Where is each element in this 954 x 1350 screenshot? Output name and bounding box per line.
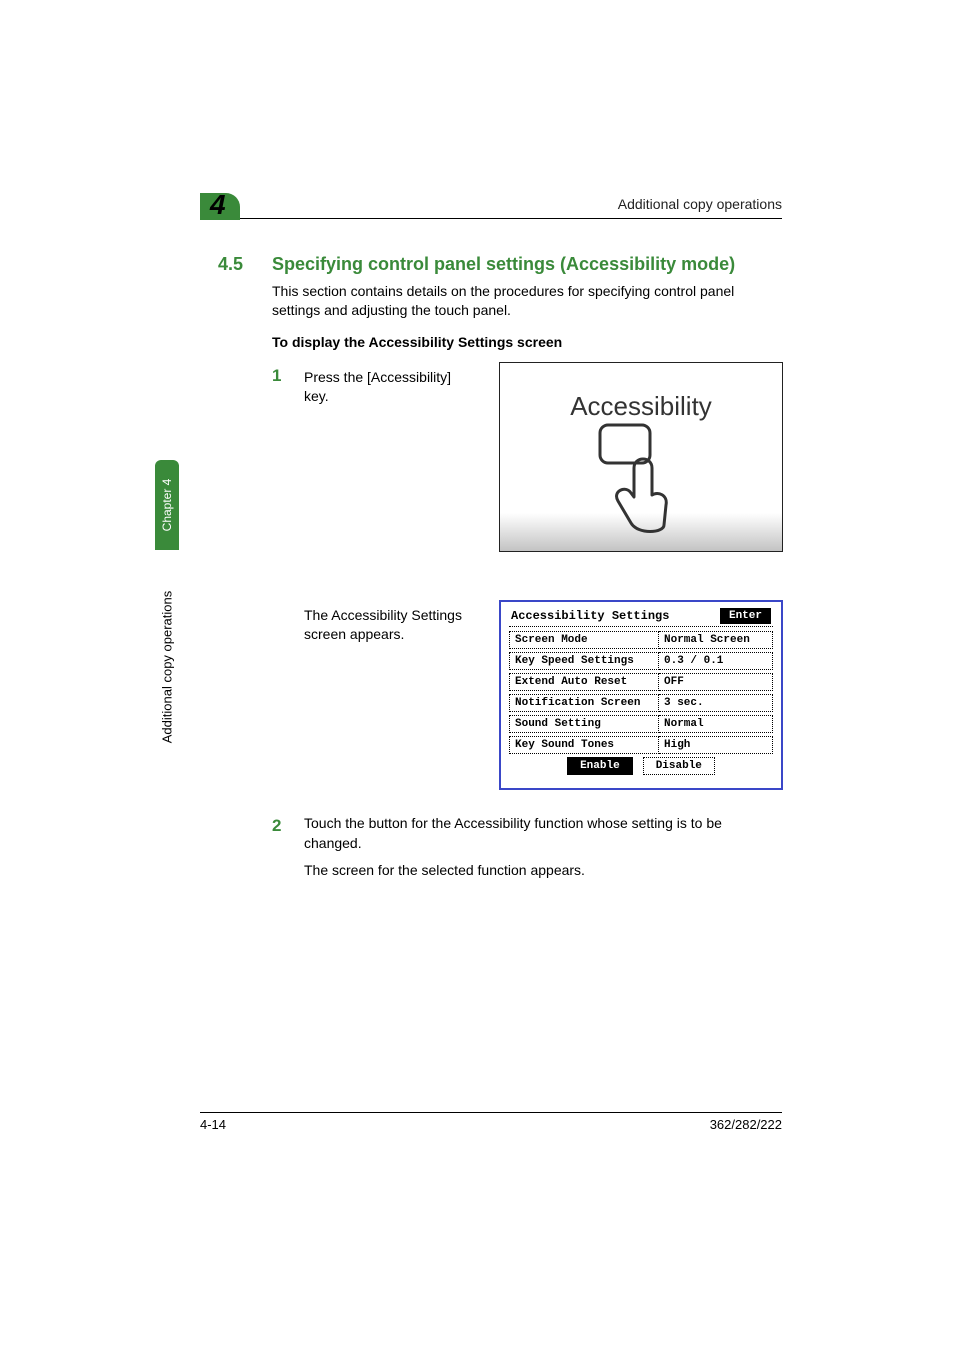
lcd-row-key-speed: Key Speed Settings 0.3 / 0.1 <box>509 652 773 670</box>
subheading: To display the Accessibility Settings sc… <box>272 334 562 350</box>
lcd-row-sound-setting: Sound Setting Normal <box>509 715 773 733</box>
extend-auto-reset-value: OFF <box>659 673 773 691</box>
footer-model-numbers: 362/282/222 <box>710 1117 782 1132</box>
enable-button[interactable]: Enable <box>567 757 633 775</box>
chapter-side-tab: Chapter 4 <box>155 460 179 550</box>
chapter-badge: 4 <box>200 193 240 220</box>
lcd-row-key-sound-tones: Key Sound Tones High <box>509 736 773 754</box>
lcd-row-screen-mode: Screen Mode Normal Screen <box>509 631 773 649</box>
key-sound-tones-value: High <box>659 736 773 754</box>
accessibility-settings-screen: Accessibility Settings Enter Screen Mode… <box>499 600 783 790</box>
screen-mode-value: Normal Screen <box>659 631 773 649</box>
notification-screen-button[interactable]: Notification Screen <box>509 694 659 712</box>
illustration-label: Accessibility <box>500 391 782 422</box>
notification-screen-value: 3 sec. <box>659 694 773 712</box>
disable-button[interactable]: Disable <box>643 757 715 775</box>
footer-rule <box>200 1112 782 1113</box>
side-section-label: Additional copy operations <box>155 552 179 782</box>
lcd-screen-title: Accessibility Settings <box>511 609 669 623</box>
enter-button[interactable]: Enter <box>720 608 771 624</box>
step-1-result: The Accessibility Settings screen appear… <box>304 606 479 644</box>
intro-paragraph: This section contains details on the pro… <box>272 282 782 320</box>
accessibility-key-illustration: Accessibility <box>499 362 783 552</box>
sound-setting-button[interactable]: Sound Setting <box>509 715 659 733</box>
key-speed-settings-value: 0.3 / 0.1 <box>659 652 773 670</box>
header-running-title: Additional copy operations <box>200 196 782 212</box>
key-speed-settings-button[interactable]: Key Speed Settings <box>509 652 659 670</box>
screen-mode-button[interactable]: Screen Mode <box>509 631 659 649</box>
step-2-result: The screen for the selected function app… <box>304 862 585 878</box>
section-title: Specifying control panel settings (Acces… <box>272 254 782 275</box>
step-1-text: Press the [Accessibility] key. <box>304 368 474 406</box>
key-sound-tones-button[interactable]: Key Sound Tones <box>509 736 659 754</box>
section-number: 4.5 <box>218 254 243 275</box>
side-tab-label: Chapter 4 <box>160 479 174 532</box>
lcd-divider <box>509 626 773 627</box>
sound-setting-value: Normal <box>659 715 773 733</box>
header-rule <box>200 218 782 219</box>
lcd-row-extend-auto-reset: Extend Auto Reset OFF <box>509 673 773 691</box>
chapter-number: 4 <box>210 189 226 221</box>
step-2-number: 2 <box>272 816 281 836</box>
press-key-icon <box>598 423 708 533</box>
side-label-text: Additional copy operations <box>160 591 175 744</box>
step-1-number: 1 <box>272 366 281 386</box>
lcd-row-notification-screen: Notification Screen 3 sec. <box>509 694 773 712</box>
extend-auto-reset-button[interactable]: Extend Auto Reset <box>509 673 659 691</box>
footer-page-number: 4-14 <box>200 1117 226 1132</box>
step-2-text: Touch the button for the Accessibility f… <box>304 814 782 853</box>
